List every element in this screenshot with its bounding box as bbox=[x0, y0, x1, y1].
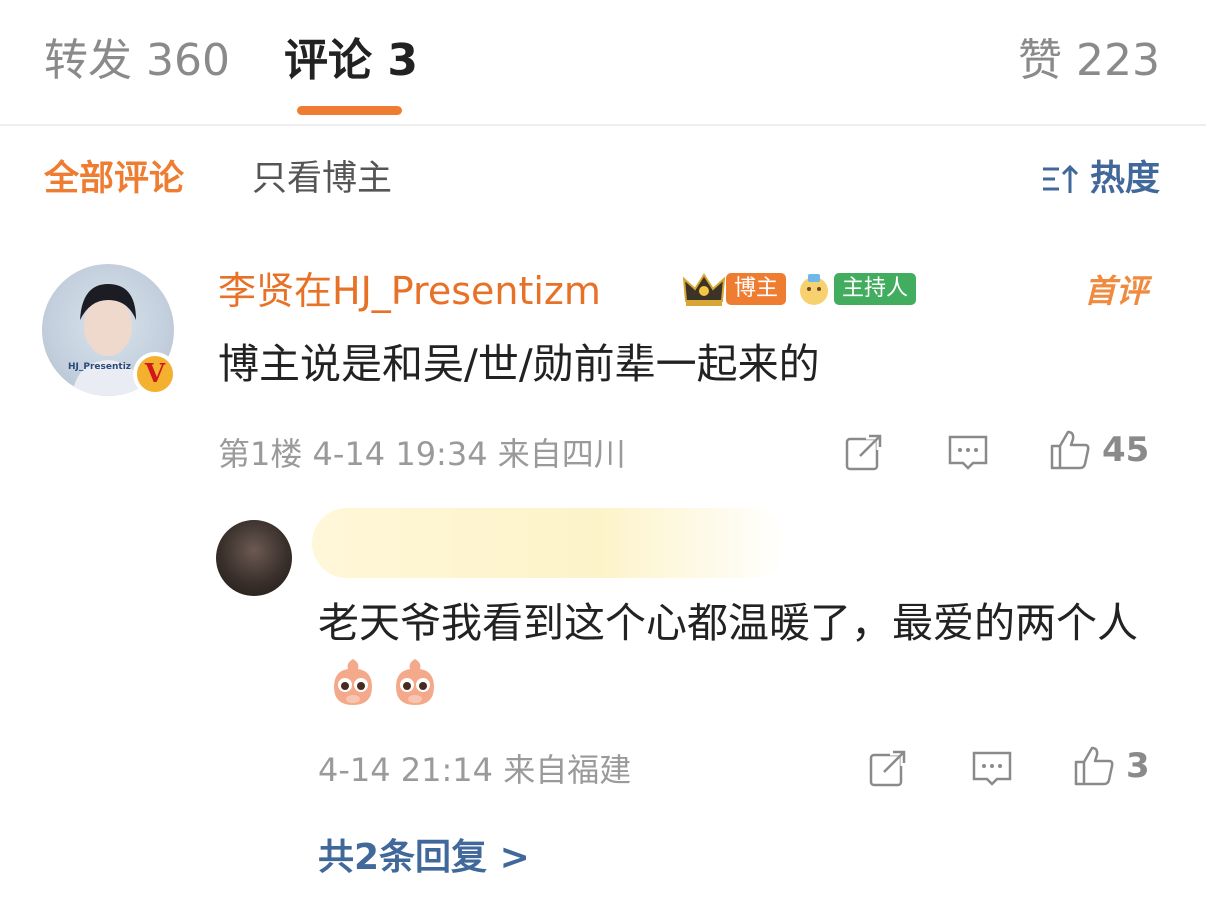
avatar-caption: HJ_Presentiz bbox=[68, 362, 132, 372]
reply-text-content: 老天爷我看到这个心都温暖了，最爱的两个人 bbox=[318, 599, 1138, 647]
reply-reply-button[interactable] bbox=[970, 746, 1014, 790]
comment-filter-bar: 全部评论 只看博主 热度 bbox=[0, 150, 1206, 210]
share-icon bbox=[845, 432, 884, 471]
cute-face-emoji-icon bbox=[396, 659, 434, 705]
reply-like-count: 3 bbox=[1126, 746, 1150, 786]
reply-button[interactable] bbox=[946, 430, 990, 474]
filter-author-only[interactable]: 只看博主 bbox=[252, 154, 392, 204]
view-more-replies-link[interactable]: 共2条回复 > bbox=[318, 834, 530, 882]
active-tab-indicator bbox=[297, 106, 402, 115]
reply-share-button[interactable] bbox=[866, 746, 910, 790]
like-icon bbox=[1074, 746, 1114, 786]
cute-face-emoji-icon bbox=[334, 659, 372, 705]
tab-comment[interactable]: 评论 3 bbox=[284, 34, 418, 88]
tab-bar: 转发 360 评论 3 赞 223 bbox=[0, 0, 1206, 126]
reply-meta: 4-14 21:14 来自福建 bbox=[318, 751, 632, 789]
host-badge-label: 主持人 bbox=[834, 273, 917, 305]
comment-meta: 第1楼 4-14 19:34 来自四川 bbox=[218, 435, 626, 473]
reply-text: 老天爷我看到这个心都温暖了，最爱的两个人 bbox=[318, 592, 1158, 716]
like-button[interactable]: 45 bbox=[1048, 428, 1149, 472]
user-badges: 博主 主持人 bbox=[682, 271, 917, 307]
sort-label: 热度 bbox=[1089, 159, 1160, 199]
tab-repost[interactable]: 转发 360 bbox=[44, 34, 230, 88]
sort-button[interactable]: 热度 bbox=[1040, 154, 1160, 204]
reply-icon bbox=[948, 435, 988, 470]
reply-avatar[interactable] bbox=[216, 520, 292, 596]
host-badge: 主持人 bbox=[794, 271, 917, 307]
filter-all-comments[interactable]: 全部评论 bbox=[44, 154, 184, 204]
crown-icon bbox=[682, 273, 726, 306]
comment-text: 博主说是和吴/世/勋前辈一起来的 bbox=[218, 340, 820, 388]
author-badge: 博主 bbox=[682, 271, 787, 307]
tab-like[interactable]: 赞 223 bbox=[1018, 34, 1160, 88]
sort-icon bbox=[1042, 164, 1079, 193]
reply-icon bbox=[972, 751, 1012, 786]
like-icon bbox=[1050, 430, 1090, 470]
share-button[interactable] bbox=[842, 430, 886, 474]
verified-icon: V bbox=[133, 352, 177, 396]
redaction-mask bbox=[312, 508, 786, 578]
first-comment-tag: 首评 bbox=[1084, 272, 1149, 310]
comment-username[interactable]: 李贤在HJ_Presentizm bbox=[218, 266, 601, 316]
like-count: 45 bbox=[1102, 430, 1150, 470]
share-icon bbox=[869, 748, 908, 787]
author-badge-label: 博主 bbox=[726, 273, 787, 305]
host-icon bbox=[800, 274, 829, 305]
reply-like-button[interactable]: 3 bbox=[1072, 744, 1150, 788]
